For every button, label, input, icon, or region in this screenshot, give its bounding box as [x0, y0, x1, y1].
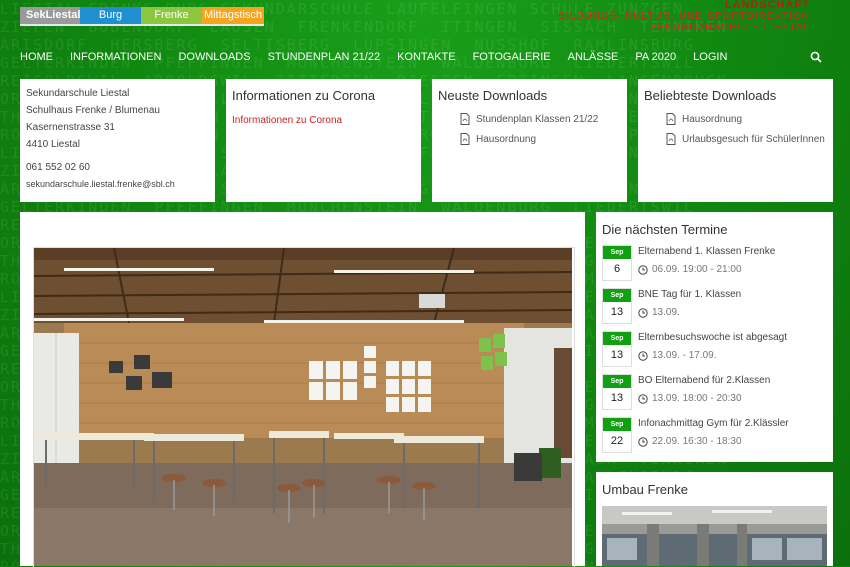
event-month: Sep: [603, 332, 631, 345]
nav-fotogalerie[interactable]: FOTOGALERIE: [473, 47, 551, 67]
search-icon[interactable]: [810, 51, 822, 63]
event-day: 6: [613, 263, 621, 275]
phone-number: 061 552 02 60: [26, 162, 90, 173]
event-time: 13.09. 18:00 - 20:30: [638, 392, 770, 406]
nav-downloads[interactable]: DOWNLOADS: [178, 47, 250, 67]
umbau-panel: Umbau Frenke: [596, 472, 833, 566]
school-tabs: SekLiestal Burg Frenke Mittagstisch: [20, 7, 264, 24]
nav-kontakte[interactable]: KONTAKTE: [397, 47, 455, 67]
tagline-line2: BILDUNGS- KULTUR- UND SPORTDIREKTION: [558, 11, 810, 22]
clock-icon: [638, 265, 648, 275]
event-time: 13.09. - 17.09.: [638, 349, 787, 363]
tab-sekliestal[interactable]: SekLiestal: [20, 7, 80, 24]
event-month: Sep: [603, 418, 631, 431]
event-date: Sep 13: [602, 374, 632, 410]
event-item[interactable]: Sep 6 Elternabend 1. Klassen Frenke 06.0…: [602, 245, 827, 281]
termine-panel: Die nächsten Termine Sep 6 Elternabend 1…: [596, 212, 833, 462]
event-item[interactable]: Sep 22 Infonachmittag Gym für 2.Klässler…: [602, 417, 827, 453]
pdf-icon: [460, 113, 470, 125]
pdf-icon: [666, 113, 676, 125]
download-label: Hausordnung: [682, 113, 743, 125]
umbau-title: Umbau Frenke: [602, 482, 688, 497]
download-item[interactable]: Urlaubsgesuch für SchülerInnen: [666, 133, 827, 145]
clock-icon: [638, 437, 648, 447]
clock-icon: [638, 394, 648, 404]
downloads-card-title: Neuste Downloads: [438, 88, 548, 103]
tagline-line3: SEKUNDARSCHULE LIESTAL: [649, 22, 810, 33]
event-day: 13: [610, 392, 624, 404]
tab-burg[interactable]: Burg: [80, 7, 141, 24]
event-date: Sep 6: [602, 245, 632, 281]
download-item[interactable]: Hausordnung: [460, 133, 621, 145]
download-label: Urlaubsgesuch für SchülerInnen: [682, 133, 825, 145]
termine-title: Die nächsten Termine: [602, 222, 728, 237]
download-item[interactable]: Stundenplan Klassen 21/22: [460, 113, 621, 125]
corona-card: Informationen zu Corona Informationen zu…: [226, 79, 421, 202]
canton-logo-text[interactable]: LANDSCHAFT BILDUNGS- KULTUR- UND SPORTDI…: [558, 0, 810, 33]
address-line1: Sekundarschule Liestal: [26, 88, 130, 99]
nav-anlaesse[interactable]: ANLÄSSE: [568, 47, 619, 67]
event-month: Sep: [603, 289, 631, 302]
event-when: 13.09. - 17.09.: [652, 350, 717, 361]
event-when: 06.09. 19:00 - 21:00: [652, 264, 742, 275]
tab-mittagstisch[interactable]: Mittagstisch: [202, 7, 264, 24]
clock-icon: [638, 308, 648, 318]
address-line2: Schulhaus Frenke / Blumenau: [26, 105, 160, 116]
event-when: 22.09. 16:30 - 18:30: [652, 436, 742, 447]
event-when: 13.09.: [652, 307, 680, 318]
popular-card-title: Beliebteste Downloads: [644, 88, 777, 103]
address-line3: Kasernenstrasse 31: [26, 122, 115, 133]
nav-login[interactable]: LOGIN: [693, 47, 727, 67]
downloads-card: Neuste Downloads Stundenplan Klassen 21/…: [432, 79, 627, 202]
event-title[interactable]: Infonachmittag Gym für 2.Klässler: [638, 417, 789, 431]
download-label: Hausordnung: [476, 133, 537, 145]
event-month: Sep: [603, 246, 631, 259]
popular-downloads-card: Beliebteste Downloads Hausordnung Urlaub…: [638, 79, 833, 202]
event-title[interactable]: Elternbesuchswoche ist abgesagt: [638, 331, 787, 345]
event-title[interactable]: BO Elternabend für 2.Klassen: [638, 374, 770, 388]
download-item[interactable]: Hausordnung: [666, 113, 827, 125]
main-content: [20, 212, 585, 567]
address-card: Sekundarschule Liestal Schulhaus Frenke …: [20, 79, 215, 202]
top-bar: SekLiestal Burg Frenke Mittagstisch LAND…: [0, 0, 850, 44]
event-title[interactable]: BNE Tag für 1. Klassen: [638, 288, 741, 302]
corona-card-title: Informationen zu Corona: [232, 88, 376, 103]
address-line4: 4410 Liestal: [26, 139, 80, 150]
event-date: Sep 22: [602, 417, 632, 453]
event-title[interactable]: Elternabend 1. Klassen Frenke: [638, 245, 775, 259]
pdf-icon: [666, 133, 676, 145]
event-item[interactable]: Sep 13 BNE Tag für 1. Klassen 13.09.: [602, 288, 827, 324]
corona-info-link[interactable]: Informationen zu Corona: [232, 115, 415, 126]
pdf-icon: [460, 133, 470, 145]
download-label: Stundenplan Klassen 21/22: [476, 113, 599, 125]
event-date: Sep 13: [602, 288, 632, 324]
email-link[interactable]: sekundarschule.liestal.frenke@sbl.ch: [26, 176, 209, 193]
event-day: 22: [610, 435, 624, 447]
clock-icon: [638, 351, 648, 361]
event-time: 06.09. 19:00 - 21:00: [638, 263, 775, 277]
event-day: 13: [610, 306, 624, 318]
nav-informationen[interactable]: INFORMATIONEN: [70, 47, 161, 67]
event-time: 22.09. 16:30 - 18:30: [638, 435, 789, 449]
nav-stundenplan[interactable]: STUNDENPLAN 21/22: [268, 47, 381, 67]
tabs-underline: [20, 24, 264, 26]
construction-photo[interactable]: [602, 506, 827, 566]
event-item[interactable]: Sep 13 BO Elternabend für 2.Klassen 13.0…: [602, 374, 827, 410]
event-item[interactable]: Sep 13 Elternbesuchswoche ist abgesagt 1…: [602, 331, 827, 367]
event-time: 13.09.: [638, 306, 741, 320]
event-when: 13.09. 18:00 - 20:30: [652, 393, 742, 404]
event-month: Sep: [603, 375, 631, 388]
event-day: 13: [610, 349, 624, 361]
main-nav: HOME INFORMATIONEN DOWNLOADS STUNDENPLAN…: [20, 47, 830, 67]
event-date: Sep 13: [602, 331, 632, 367]
tagline-line1: LANDSCHAFT: [724, 0, 810, 11]
nav-pa2020[interactable]: PA 2020: [635, 47, 676, 67]
classroom-photo[interactable]: [34, 248, 572, 566]
nav-home[interactable]: HOME: [20, 47, 53, 67]
tab-frenke[interactable]: Frenke: [141, 7, 202, 24]
